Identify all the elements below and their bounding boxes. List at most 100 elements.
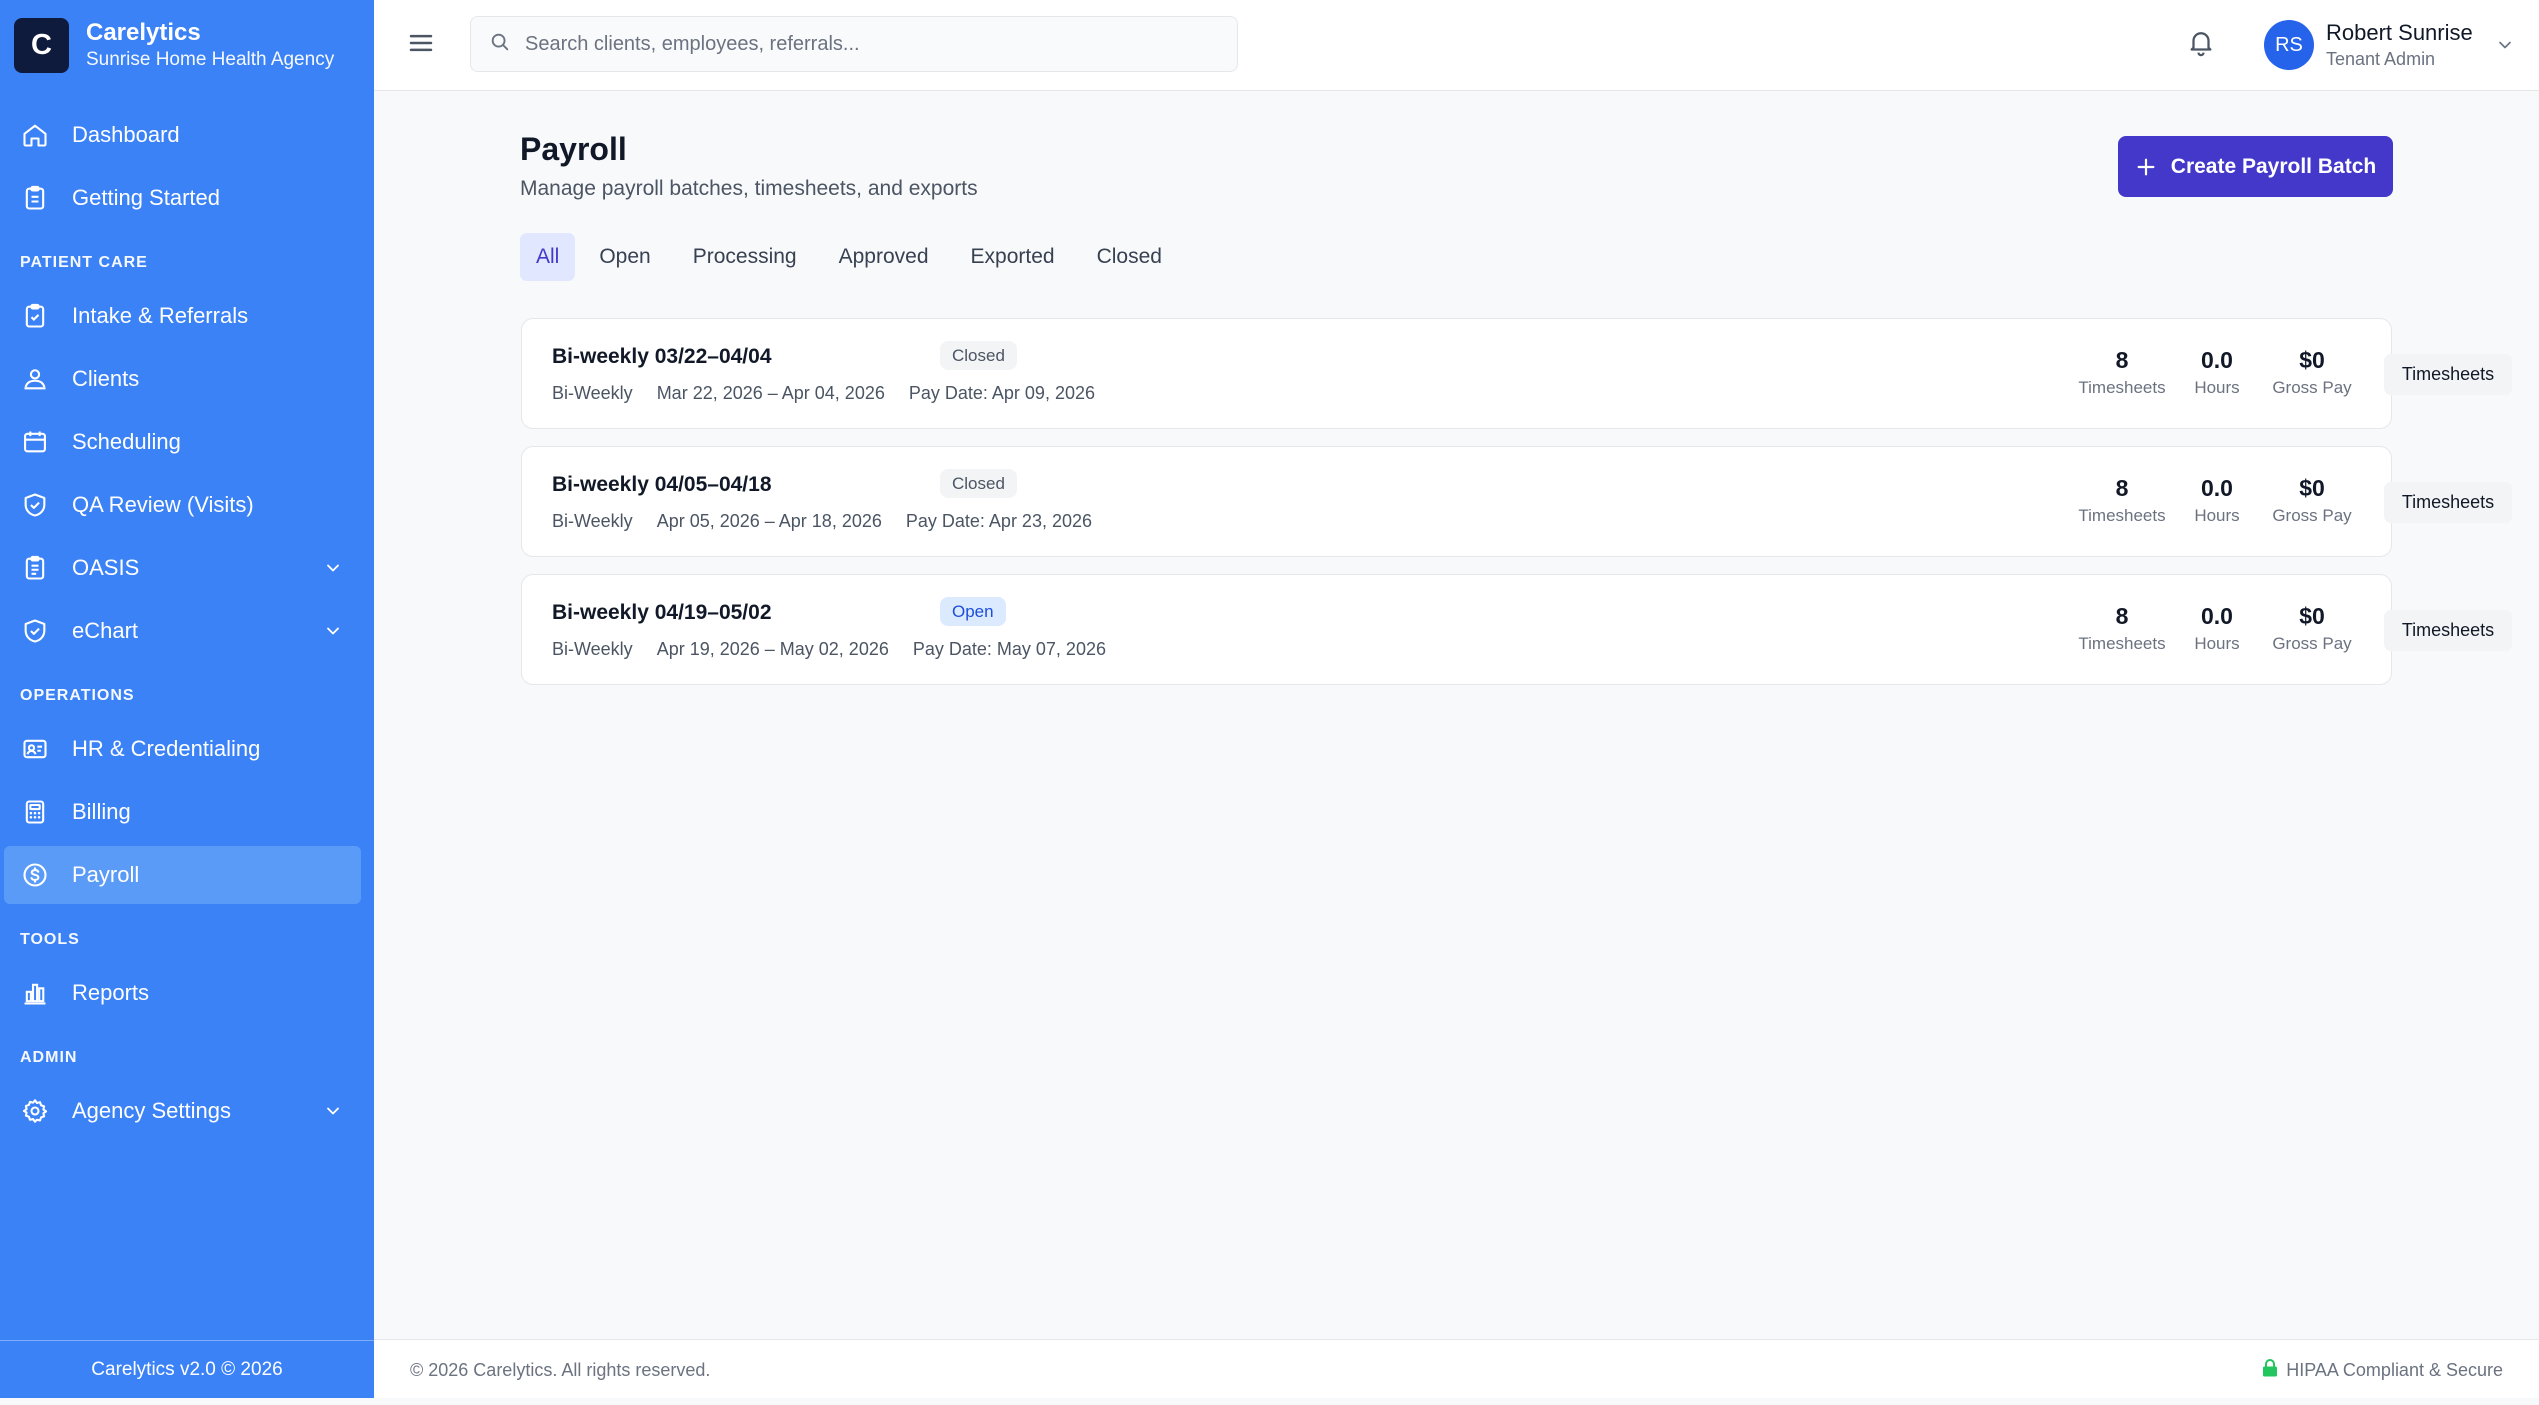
sidebar-item-label: Payroll (72, 862, 140, 887)
status-badge: Closed (940, 469, 1017, 498)
search-box[interactable] (470, 16, 1238, 72)
main-content: Payroll Manage payroll batches, timeshee… (374, 91, 2539, 1339)
sidebar-item-label: Getting Started (72, 185, 220, 210)
chevron-down-icon[interactable] (323, 621, 343, 641)
tab-processing[interactable]: Processing (675, 233, 815, 281)
batch-period: Apr 19, 2026 – May 02, 2026 (656, 639, 889, 659)
hours-value: 0.0 (2201, 475, 2233, 501)
create-payroll-batch-button[interactable]: Create Payroll Batch (2118, 136, 2393, 197)
batch-frequency: Bi-Weekly (552, 511, 633, 531)
hours-label: Hours (2194, 378, 2240, 397)
chevron-down-icon[interactable] (2495, 35, 2515, 55)
sidebar-item-hr-credentialing[interactable]: HR & Credentialing (4, 720, 361, 778)
sidebar-item-payroll[interactable]: Payroll (4, 846, 361, 904)
clipboard-check-icon (20, 301, 50, 331)
user-menu[interactable]: RS Robert Sunrise Tenant Admin (2264, 18, 2515, 72)
section-admin: ADMIN (20, 1049, 78, 1066)
sidebar-item-qa-review[interactable]: QA Review (Visits) (4, 476, 361, 534)
brand[interactable]: C Carelytics Sunrise Home Health Agency (14, 16, 334, 74)
timesheets-button[interactable]: Timesheets (2384, 482, 2512, 523)
batch-meta: Bi-Weekly Apr 19, 2026 – May 02, 2026 Pa… (552, 639, 1130, 660)
avatar: RS (2264, 20, 2314, 70)
hours-value: 0.0 (2201, 603, 2233, 629)
sidebar-item-oasis[interactable]: OASIS (4, 539, 361, 597)
tab-open[interactable]: Open (581, 233, 668, 281)
sidebar-item-label: Billing (72, 799, 131, 824)
sidebar-item-scheduling[interactable]: Scheduling (4, 413, 361, 471)
create-button-label: Create Payroll Batch (2170, 154, 2377, 178)
sidebar-item-label: Agency Settings (72, 1098, 231, 1123)
tab-closed[interactable]: Closed (1079, 233, 1180, 281)
batch-pay-date: Pay Date: Apr 09, 2026 (908, 383, 1095, 403)
batch-pay-date: Pay Date: May 07, 2026 (912, 639, 1106, 659)
tab-exported[interactable]: Exported (953, 233, 1073, 281)
users-icon (20, 364, 50, 394)
timesheets-button[interactable]: Timesheets (2384, 354, 2512, 395)
timesheets-label: Timesheets (2078, 506, 2166, 525)
sidebar-item-clients[interactable]: Clients (4, 350, 361, 408)
sidebar-item-getting-started[interactable]: Getting Started (4, 169, 361, 227)
sidebar-item-echart[interactable]: eChart (4, 602, 361, 660)
tab-approved[interactable]: Approved (821, 233, 947, 281)
status-badge: Closed (940, 341, 1017, 370)
shield-check-icon (20, 490, 50, 520)
batch-period: Apr 05, 2026 – Apr 18, 2026 (656, 511, 882, 531)
hours-stat: 0.0 Hours (2184, 347, 2250, 398)
timesheets-stat: 8 Timesheets (2077, 347, 2167, 398)
sidebar-item-label: Reports (72, 980, 150, 1005)
calendar-icon (20, 427, 50, 457)
hipaa-text: HIPAA Compliant & Secure (2286, 1360, 2503, 1380)
shield-check-icon (20, 616, 50, 646)
status-badge: Open (940, 597, 1006, 626)
sidebar-item-billing[interactable]: Billing (4, 783, 361, 841)
sidebar-item-intake-referrals[interactable]: Intake & Referrals (4, 287, 361, 345)
top-header: RS Robert Sunrise Tenant Admin (374, 0, 2539, 91)
clipboard-icon (20, 183, 50, 213)
tab-all[interactable]: All (520, 233, 576, 281)
chevron-down-icon[interactable] (323, 1101, 343, 1121)
gross-pay-label: Gross Pay (2272, 634, 2352, 653)
batch-title: Bi-weekly 04/19–05/02 (552, 601, 772, 624)
search-icon (489, 31, 511, 58)
gross-pay-stat: $0 Gross Pay (2264, 603, 2360, 654)
sidebar-item-dashboard[interactable]: Dashboard (4, 106, 361, 164)
hours-stat: 0.0 Hours (2184, 475, 2250, 526)
timesheets-count: 8 (2115, 475, 2129, 501)
page-subtitle: Manage payroll batches, timesheets, and … (520, 177, 978, 200)
chevron-down-icon[interactable] (323, 558, 343, 578)
batch-title: Bi-weekly 03/22–04/04 (552, 345, 772, 368)
page-title: Payroll (520, 131, 627, 167)
brand-logo: C (14, 17, 69, 73)
timesheets-count: 8 (2115, 603, 2129, 629)
notifications-bell-icon[interactable] (2186, 27, 2218, 59)
batch-frequency: Bi-Weekly (552, 383, 633, 403)
timesheets-button[interactable]: Timesheets (2384, 610, 2512, 651)
sidebar-item-label: QA Review (Visits) (72, 492, 254, 517)
sidebar-item-label: OASIS (72, 555, 140, 580)
payroll-batch-card[interactable]: Bi-weekly 04/19–05/02 Open Bi-Weekly Apr… (521, 574, 2512, 685)
timesheets-label: Timesheets (2078, 378, 2166, 397)
sidebar-item-agency-settings[interactable]: Agency Settings (4, 1082, 361, 1140)
lock-icon (2262, 1359, 2286, 1382)
payroll-batch-card[interactable]: Bi-weekly 03/22–04/04 Closed Bi-Weekly M… (521, 318, 2512, 429)
timesheets-stat: 8 Timesheets (2077, 475, 2167, 526)
batch-period: Mar 22, 2026 – Apr 04, 2026 (656, 383, 885, 403)
bar-chart-icon (20, 978, 50, 1008)
hamburger-menu-icon[interactable] (406, 28, 438, 60)
gross-pay-value: $0 (2299, 603, 2325, 629)
payroll-batch-card[interactable]: Bi-weekly 04/05–04/18 Closed Bi-Weekly A… (521, 446, 2512, 557)
gear-icon (20, 1096, 50, 1126)
sidebar-item-reports[interactable]: Reports (4, 964, 361, 1022)
sidebar-item-label: Clients (72, 366, 140, 391)
hours-label: Hours (2194, 506, 2240, 525)
copyright: © 2026 Carelytics. All rights reserved. (410, 1360, 711, 1380)
section-tools: TOOLS (20, 931, 80, 948)
sidebar-version: Carelytics v2.0 © 2026 (0, 1340, 374, 1398)
gross-pay-value: $0 (2299, 475, 2325, 501)
id-card-icon (20, 734, 50, 764)
batch-pay-date: Pay Date: Apr 23, 2026 (905, 511, 1093, 531)
agency-name: Sunrise Home Health Agency (86, 49, 335, 71)
timesheets-label: Timesheets (2078, 634, 2166, 653)
user-name: Robert Sunrise (2326, 20, 2473, 45)
search-input[interactable] (525, 32, 1205, 56)
